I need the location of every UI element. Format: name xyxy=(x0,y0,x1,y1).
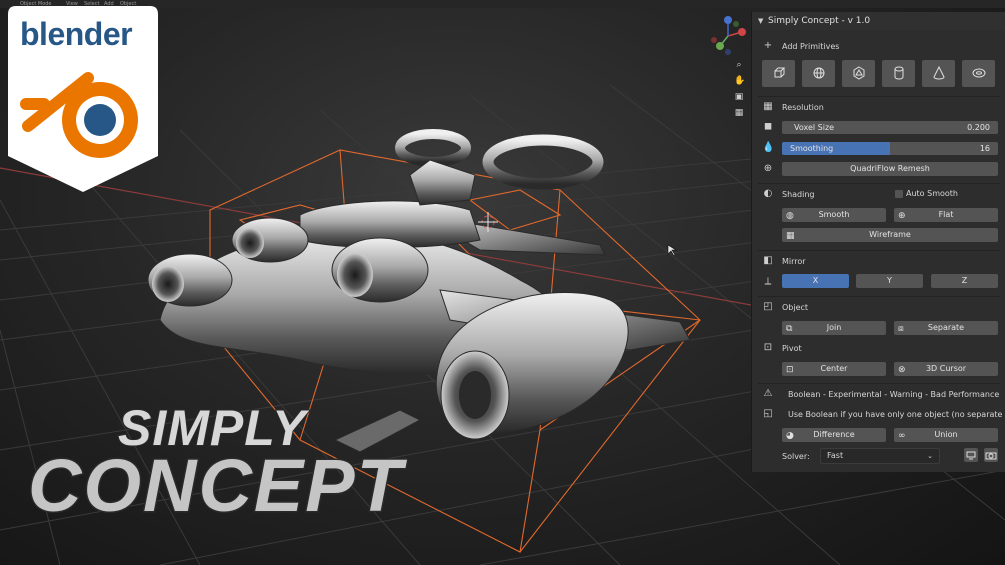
mirror-label: Mirror xyxy=(782,257,806,266)
join-button[interactable]: ⧉ Join xyxy=(782,321,886,335)
simply-concept-panel: ▼ Simply Concept - v 1.0 + Add Primitive… xyxy=(751,12,1005,472)
auto-smooth-checkbox[interactable] xyxy=(895,190,903,198)
separate-button-label: Separate xyxy=(927,323,965,332)
add-primitives-label: Add Primitives xyxy=(782,42,840,51)
voxel-size-value: 0.200 xyxy=(967,123,990,132)
mouse-cursor-icon xyxy=(667,244,678,257)
union-button-label: Union xyxy=(934,430,958,439)
divider xyxy=(758,383,1000,384)
wireframe-button[interactable]: ▦ Wireframe xyxy=(782,228,998,242)
shading-icon: ◐ xyxy=(763,188,773,199)
boolean-warning-text: Boolean - Experimental - Warning - Bad P… xyxy=(788,390,1000,399)
resolution-label: Resolution xyxy=(782,103,824,112)
join-button-label: Join xyxy=(826,323,842,332)
pivot-icon: ⊡ xyxy=(763,342,773,353)
union-icon: ∞ xyxy=(898,431,906,441)
pivot-cursor-label: 3D Cursor xyxy=(925,364,967,373)
auto-smooth-label: Auto Smooth xyxy=(906,189,958,198)
cylinder-icon xyxy=(894,66,903,80)
panel-header[interactable]: ▼ Simply Concept - v 1.0 xyxy=(752,12,1005,30)
mirror-y-button[interactable]: Y xyxy=(856,274,923,288)
smoothing-slider[interactable]: Smoothing 16 xyxy=(782,142,998,155)
boolean-note-text: Use Boolean if you have only one object … xyxy=(788,410,1005,419)
pivot-center-button[interactable]: ⊡ Center xyxy=(782,362,886,376)
shading-label: Shading xyxy=(782,190,815,199)
pan-hand-icon[interactable]: ✋ xyxy=(734,76,745,86)
screen: Object Mode View Select Add Object blend… xyxy=(0,0,1005,565)
camera-icon[interactable]: ▣ xyxy=(734,92,744,102)
center-icon: ⊡ xyxy=(786,365,794,375)
blender-logo-badge: blender xyxy=(8,6,158,192)
drop-icon: 💧 xyxy=(762,142,775,153)
pivot-center-label: Center xyxy=(820,364,848,373)
add-cube-button[interactable] xyxy=(762,60,795,87)
difference-button[interactable]: ◕ Difference xyxy=(782,428,886,442)
display-toggle-button[interactable] xyxy=(964,448,978,462)
collapse-chevron-icon[interactable]: ▼ xyxy=(758,17,763,25)
divider xyxy=(758,183,1000,184)
camera-small-icon xyxy=(985,452,997,460)
mirror-x-button[interactable]: X xyxy=(782,274,849,288)
divider xyxy=(758,250,1000,251)
voxel-size-label: Voxel Size xyxy=(794,123,835,132)
add-icosphere-button[interactable] xyxy=(842,60,875,87)
flat-button-label: Flat xyxy=(938,210,954,219)
cone-icon xyxy=(932,65,945,80)
solver-label: Solver: xyxy=(782,452,810,461)
flat-button[interactable]: ⊕ Flat xyxy=(894,208,998,222)
cube-icon xyxy=(774,67,785,78)
wireframe-icon: ▦ xyxy=(786,231,795,241)
solver-value: Fast xyxy=(827,451,844,460)
divider xyxy=(758,96,1000,97)
union-button[interactable]: ∞ Union xyxy=(894,428,998,442)
add-cone-button[interactable] xyxy=(922,60,955,87)
render-toggle-button[interactable] xyxy=(984,448,998,462)
add-cylinder-button[interactable] xyxy=(882,60,915,87)
grid-icon: ▦ xyxy=(763,101,773,112)
separate-icon: ⧈ xyxy=(898,324,904,334)
navigation-gizmo[interactable] xyxy=(706,14,750,58)
icosphere-icon xyxy=(853,66,864,80)
chevron-down-icon: ⌄ xyxy=(927,452,933,460)
3d-cursor-small-icon: ⊗ xyxy=(898,365,906,375)
voxel-size-field[interactable]: Voxel Size 0.200 xyxy=(782,121,998,134)
title-concept: CONCEPT xyxy=(27,444,404,527)
divider xyxy=(758,296,1000,297)
sphere-icon xyxy=(813,67,824,79)
smoothing-value: 16 xyxy=(979,144,990,153)
quadriflow-remesh-button[interactable]: QuadriFlow Remesh xyxy=(782,162,998,176)
smooth-button[interactable]: ◍ Smooth xyxy=(782,208,886,222)
smooth-button-label: Smooth xyxy=(818,210,850,219)
mirror-icon: ◧ xyxy=(763,255,773,266)
grid-view-icon[interactable]: ▦ xyxy=(734,108,744,118)
remesh-icon: ⊕ xyxy=(763,163,773,174)
separate-button[interactable]: ⧈ Separate xyxy=(894,321,998,335)
axis-icon: ⟂ xyxy=(764,276,772,287)
difference-button-label: Difference xyxy=(813,430,855,439)
flat-shading-icon: ⊕ xyxy=(898,211,906,221)
join-icon: ⧉ xyxy=(786,324,793,334)
warning-icon: ⚠ xyxy=(763,388,773,399)
panel-title: Simply Concept - v 1.0 xyxy=(768,16,871,26)
difference-icon: ◕ xyxy=(786,431,794,441)
torus-icon xyxy=(972,68,985,78)
plus-icon: + xyxy=(763,40,773,51)
info-icon: ◱ xyxy=(763,408,773,419)
viewport-tools: ⌕ ✋ ▣ ▦ xyxy=(734,60,746,124)
add-sphere-button[interactable] xyxy=(802,60,835,87)
smoothing-label: Smoothing xyxy=(790,144,834,153)
wireframe-button-label: Wireframe xyxy=(869,230,911,239)
solver-dropdown[interactable]: Fast ⌄ xyxy=(820,448,940,464)
mirror-z-button[interactable]: Z xyxy=(931,274,998,288)
pivot-label: Pivot xyxy=(782,344,802,353)
cube-solid-icon: ◼ xyxy=(763,121,773,132)
smooth-shading-icon: ◍ xyxy=(786,211,794,221)
pivot-3d-cursor-button[interactable]: ⊗ 3D Cursor xyxy=(894,362,998,376)
monitor-icon xyxy=(966,451,976,460)
object-label: Object xyxy=(782,303,809,312)
add-torus-button[interactable] xyxy=(962,60,995,87)
blender-wordmark: blender xyxy=(20,16,133,52)
zoom-icon[interactable]: ⌕ xyxy=(734,60,744,70)
object-icon: ◰ xyxy=(763,301,773,312)
